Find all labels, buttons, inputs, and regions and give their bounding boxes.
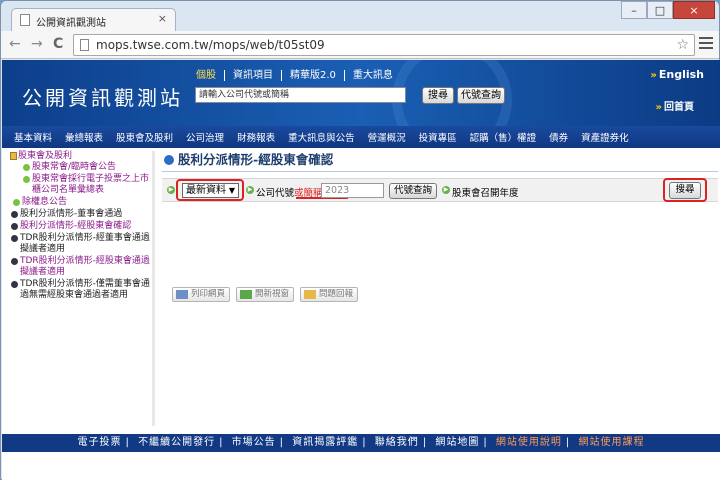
double-arrow-icon: » [650, 70, 657, 81]
page-title: 股利分派情形-經股東會確認 [162, 151, 718, 169]
print-page-button[interactable]: 列印網頁 [172, 287, 231, 302]
bullet-icon [11, 281, 18, 288]
top-links: 個股 資訊項目 精華版2.0 重大訊息 [196, 70, 401, 81]
company-search-input[interactable]: 請輸入公司代號或簡稱 [195, 87, 406, 103]
report-issue-button[interactable]: 問題回報 [300, 287, 359, 302]
leaf-icon [23, 176, 30, 183]
page-icon [80, 39, 89, 51]
menu-basic-info[interactable]: 基本資料 [14, 130, 52, 144]
menu-governance[interactable]: 公司治理 [186, 130, 224, 144]
bullet-icon [11, 211, 18, 218]
menu-securitization[interactable]: 資產證券化 [581, 130, 629, 144]
bullet-icon [11, 223, 18, 230]
highlight-ring [176, 179, 244, 201]
window-controls: – □ × [621, 1, 715, 19]
sidebar-item-tdr-board[interactable]: TDR股利分派情形-經董事會通過擬議者適用 [10, 233, 150, 255]
browser-tab[interactable]: 公開資訊觀測站 × [11, 8, 176, 31]
top-link-stock[interactable]: 個股 [196, 70, 225, 81]
web-page: 公開資訊觀測站 個股 資訊項目 精華版2.0 重大訊息 請輸入公司代號或簡稱 搜… [2, 60, 720, 480]
english-link[interactable]: » English [650, 68, 704, 81]
minimize-button[interactable]: – [621, 1, 647, 19]
tab-close-icon[interactable]: × [158, 12, 167, 25]
site-logo[interactable]: 公開資訊觀測站 [22, 82, 183, 111]
browser-toolbar: ← → C mops.twse.com.tw/mops/web/t05st09 … [1, 31, 719, 59]
menu-warrants[interactable]: 認購（售）權證 [470, 130, 537, 144]
sidebar-item-tdr-board-only[interactable]: TDR股利分派情形-僅需董事會通過無需經股東會通過者適用 [10, 279, 150, 301]
sidebar-root-folder[interactable]: 股東會及股利 [10, 151, 150, 162]
menu-summary-reports[interactable]: 彙總報表 [65, 130, 103, 144]
reload-icon[interactable]: C [53, 36, 63, 52]
footer-link-site-course[interactable]: 網站使用課程 [578, 437, 644, 448]
menu-major-news[interactable]: 重大訊息與公告 [288, 130, 355, 144]
footer-link-site-guide[interactable]: 網站使用說明 [496, 437, 562, 448]
highlight-ring [663, 178, 707, 202]
folder-icon [10, 152, 17, 160]
bullet-icon [11, 235, 18, 242]
title-divider [162, 171, 718, 172]
bookmark-star-icon[interactable]: ☆ [676, 35, 689, 55]
site-footer: 電子投票 | 不繼續公開發行 | 市場公告 | 資訊揭露評鑑 | 聯絡我們 | 網站地圖 |… [2, 434, 720, 452]
top-link-info-items[interactable]: 資訊項目 [225, 70, 282, 81]
arrow-bullet-icon: ▶ [167, 186, 175, 194]
footer-link-discontinue[interactable]: 不繼續公開發行 [138, 437, 215, 448]
tab-title: 公開資訊觀測站 [36, 18, 106, 29]
leaf-icon [23, 164, 30, 171]
title-bar: 公開資訊觀測站 × – □ × [1, 1, 719, 31]
banner-code-lookup-button[interactable]: 代號查詢 [457, 87, 505, 104]
double-arrow-icon: » [655, 102, 662, 113]
footer-link-evoting[interactable]: 電子投票 [78, 437, 122, 448]
sidebar-splitter[interactable] [152, 151, 155, 426]
page-icon [20, 14, 30, 26]
main-menu: 基本資料 彙總報表 股東會及股利 公司治理 財務報表 重大訊息與公告 營運概況 … [2, 126, 720, 148]
site-banner: 公開資訊觀測站 個股 資訊項目 精華版2.0 重大訊息 請輸入公司代號或簡稱 搜… [2, 60, 720, 126]
sidebar-item-dividend-board[interactable]: 股利分派情形-董事會通過 [10, 209, 150, 220]
new-window-button[interactable]: 開新視窗 [236, 287, 295, 302]
menu-investment[interactable]: 投資專區 [419, 130, 457, 144]
sidebar-item-tdr-shareholders[interactable]: TDR股利分派情形-經股東會通過擬議者適用 [10, 256, 150, 278]
close-window-button[interactable]: × [673, 1, 715, 19]
forward-icon[interactable]: → [31, 36, 43, 52]
menu-bonds[interactable]: 債券 [549, 130, 568, 144]
arrow-bullet-icon: ▶ [246, 186, 254, 194]
bullet-icon [11, 258, 18, 265]
arrow-bullet-icon: ▶ [442, 186, 450, 194]
menu-financials[interactable]: 財務報表 [237, 130, 275, 144]
mail-icon [304, 290, 317, 299]
browser-menu-icon[interactable] [699, 37, 713, 52]
maximize-button[interactable]: □ [647, 1, 673, 19]
browser-window: 公開資訊觀測站 × – □ × ← → C mops.twse.com.tw/m… [0, 0, 720, 480]
sidebar-item-meeting-notice[interactable]: 股東常會/臨時會公告 [22, 162, 150, 173]
footer-link-disclosure-eval[interactable]: 資訊揭露評鑑 [292, 437, 358, 448]
sidebar-item-ex-rights[interactable]: 除權息公告 [12, 197, 150, 208]
sidebar-tree: 股東會及股利 股東常會/臨時會公告 股東常會採行電子投票之上市櫃公司名單彙總表 … [10, 151, 150, 426]
meeting-year-label: 股東會召開年度 [452, 188, 519, 199]
top-link-major-news[interactable]: 重大訊息 [345, 70, 401, 81]
title-bullet-icon [164, 155, 174, 165]
sidebar-item-dividend-shareholders[interactable]: 股利分派情形-經股東會確認 [10, 221, 150, 232]
top-link-essential[interactable]: 精華版2.0 [282, 70, 345, 81]
address-bar[interactable]: mops.twse.com.tw/mops/web/t05st09 ☆ [73, 34, 695, 56]
action-buttons: 列印網頁 開新視窗 問題回報 [172, 287, 364, 302]
footer-link-contact[interactable]: 聯絡我們 [375, 437, 419, 448]
banner-search-button[interactable]: 搜尋 [422, 87, 454, 104]
sidebar-item-evoting-list[interactable]: 股東常會採行電子投票之上市櫃公司名單彙總表 [22, 174, 150, 196]
leaf-icon [13, 199, 20, 206]
footer-link-sitemap[interactable]: 網站地圖 [435, 437, 479, 448]
menu-shareholders-dividends[interactable]: 股東會及股利 [116, 130, 173, 144]
menu-operations[interactable]: 營運概況 [368, 130, 406, 144]
main-content: 股利分派情形-經股東會確認 ▶ 最新資料 ▼ ▶ 公司代號或簡稱 2023 代號… [162, 151, 718, 302]
home-link[interactable]: » 回首頁 [656, 98, 694, 113]
printer-icon [176, 290, 188, 299]
code-lookup-button[interactable]: 代號查詢 [389, 183, 437, 199]
footer-link-market-notice[interactable]: 市場公告 [232, 437, 276, 448]
url-text: mops.twse.com.tw/mops/web/t05st09 [96, 38, 325, 52]
year-input[interactable]: 2023 [321, 183, 384, 198]
new-window-icon [240, 290, 253, 299]
back-icon[interactable]: ← [9, 36, 21, 52]
query-bar: ▶ 最新資料 ▼ ▶ 公司代號或簡稱 2023 代號查詢 ▶ 股東會召開年度 搜… [162, 178, 718, 202]
